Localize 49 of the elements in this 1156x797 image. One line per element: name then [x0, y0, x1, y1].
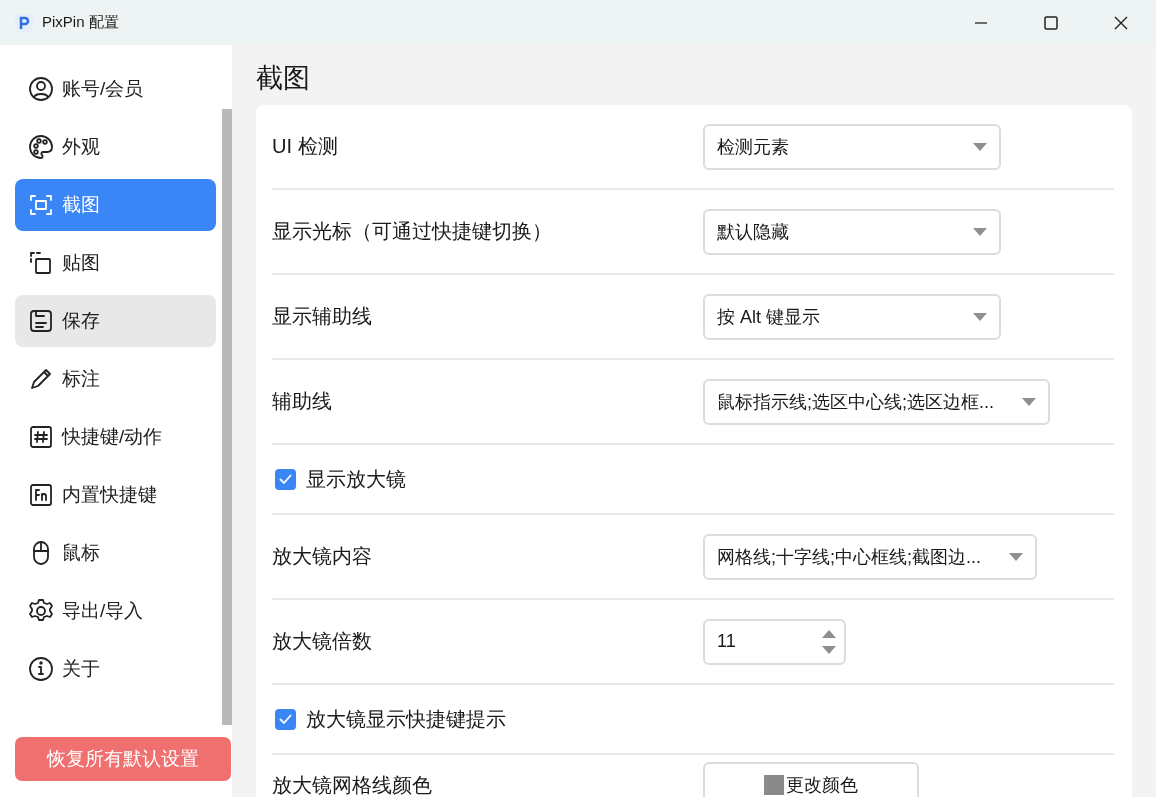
checkmark-icon [279, 474, 292, 484]
caret-icon [1009, 552, 1023, 561]
sidebar-item[interactable]: 截图 [15, 179, 216, 231]
palette-icon [26, 132, 56, 162]
change-color-button[interactable]: 更改颜色 [703, 762, 919, 797]
setting-label: 放大镜网格线颜色 [272, 772, 433, 797]
page-title: 截图 [256, 62, 311, 95]
dropdown[interactable]: 默认隐藏 [703, 208, 1001, 255]
close-icon [1113, 14, 1129, 31]
decrement-icon[interactable] [822, 645, 836, 654]
setting-label: 显示辅助线 [272, 304, 373, 329]
minimize-icon [975, 21, 987, 24]
setting-label: 放大镜倍数 [272, 629, 373, 654]
increment-icon[interactable] [822, 629, 836, 638]
caret-icon [973, 227, 987, 236]
sidebar-item[interactable]: 贴图 [15, 237, 216, 289]
info-icon [26, 654, 56, 684]
sidebar-item[interactable]: 账号/会员 [15, 63, 216, 115]
dropdown[interactable]: 鼠标指示线;选区中心线;选区边框... [703, 378, 1050, 425]
window-title: PixPin 配置 [42, 13, 120, 32]
color-swatch [764, 775, 784, 795]
caret-icon [973, 312, 987, 321]
sidebar-item[interactable]: 鼠标 [15, 527, 216, 579]
caret-icon [973, 142, 987, 151]
sidebar-item[interactable]: 快捷键/动作 [15, 411, 216, 463]
setting-label: 放大镜内容 [272, 544, 373, 569]
checkbox-label: 显示放大镜 [306, 466, 406, 492]
sidebar-item[interactable]: 外观 [15, 121, 216, 173]
maximize-icon [1043, 14, 1059, 31]
checkmark-icon [279, 714, 292, 724]
checkbox-label: 放大镜显示快捷键提示 [306, 706, 506, 732]
user-icon [26, 74, 56, 104]
setting-label: 辅助线 [272, 389, 333, 414]
dropdown[interactable]: 按 Alt 键显示 [703, 293, 1001, 340]
checkbox[interactable] [275, 468, 296, 490]
sidebar-item[interactable]: 标注 [15, 353, 216, 405]
checkbox[interactable] [275, 708, 296, 730]
dropdown[interactable]: 网格线;十字线;中心框线;截图边... [703, 533, 1037, 580]
scrollbar[interactable] [222, 109, 232, 725]
setting-label: 显示光标（可通过快捷键切换） [272, 219, 553, 244]
sidebar-item[interactable]: 保存 [15, 295, 216, 347]
caret-icon [1022, 397, 1036, 406]
dropdown[interactable]: 检测元素 [703, 123, 1001, 170]
sidebar-item[interactable]: 关于 [15, 643, 216, 695]
app-logo-icon [14, 12, 34, 33]
number-field[interactable]: 11 [703, 618, 846, 665]
sidebar-item[interactable]: 内置快捷键 [15, 469, 216, 521]
sidebar-item[interactable]: 导出/导入 [15, 585, 216, 637]
setting-label: UI 检测 [272, 134, 339, 159]
